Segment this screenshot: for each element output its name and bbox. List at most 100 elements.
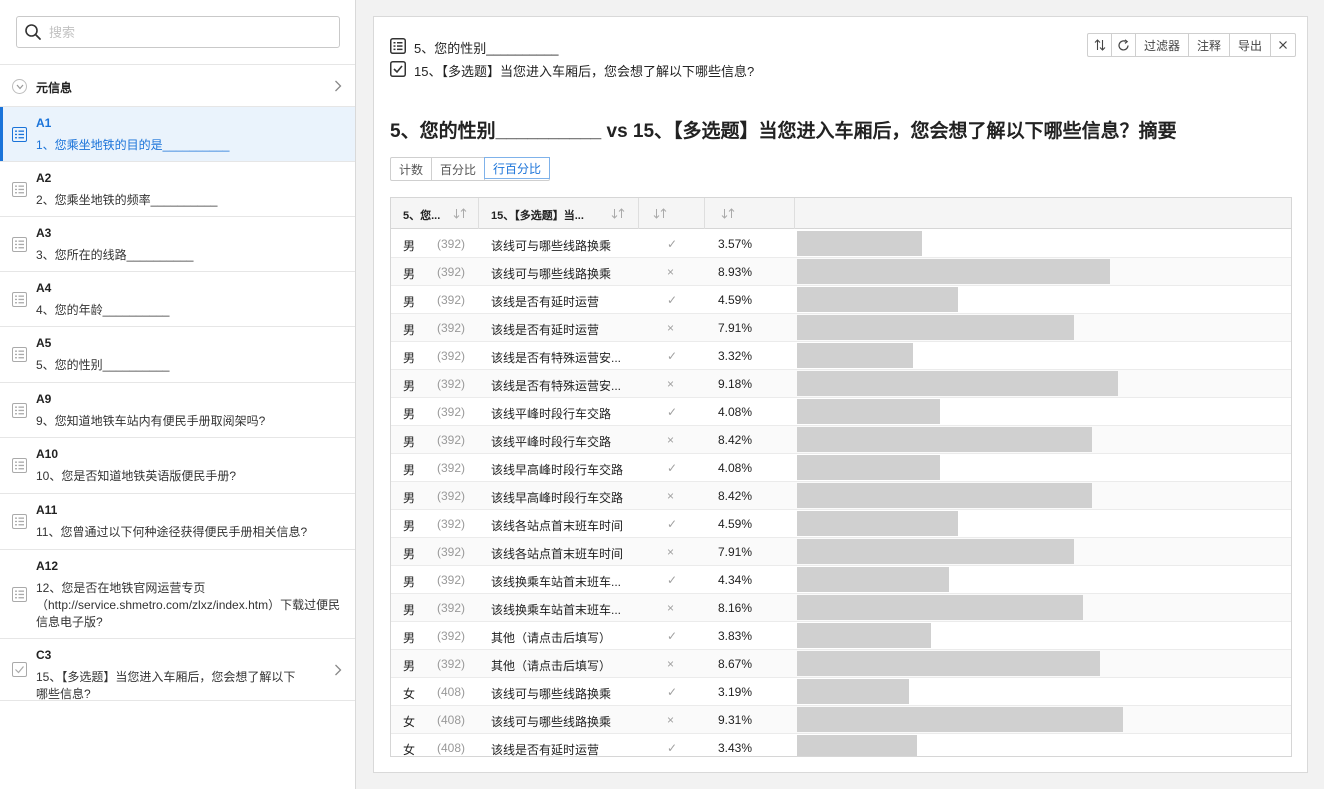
option-cell: 该线早高峰时段行车交路 xyxy=(491,463,624,477)
crosstab-panel: 5、您的性别__________ 15、【多选题】当您进入车厢后，您会想了解以下… xyxy=(373,16,1308,773)
table-row[interactable]: 男 (392) 该线早高峰时段行车交路 × 8.42% xyxy=(391,482,1291,510)
percent-cell: 4.59% xyxy=(718,293,753,307)
count-cell: (392) xyxy=(437,433,466,447)
mode-percent-button[interactable]: 百分比 xyxy=(432,158,486,180)
percent-cell: 4.59% xyxy=(718,517,753,531)
gender-cell: 男 xyxy=(403,351,416,365)
list-icon xyxy=(12,514,27,529)
check-icon: ✓ xyxy=(667,629,678,643)
refresh-button[interactable] xyxy=(1112,34,1136,56)
table-row[interactable]: 男 (392) 该线是否有特殊运营安... ✓ 3.32% xyxy=(391,342,1291,370)
table-header: 5、您... 15、【多选题】当... xyxy=(391,198,1291,229)
question-text: 2、您乘坐地铁的频率__________ xyxy=(36,193,218,207)
cross-icon: × xyxy=(667,433,675,447)
table-row[interactable]: 男 (392) 该线是否有延时运营 ✓ 4.59% xyxy=(391,286,1291,314)
table-row[interactable]: 男 (392) 该线平峰时段行车交路 × 8.42% xyxy=(391,426,1291,454)
gender-cell: 男 xyxy=(403,575,416,589)
list-icon xyxy=(12,586,27,602)
meta-info-row[interactable]: 元信息 xyxy=(0,64,355,107)
option-cell: 其他（请点击后填写） xyxy=(491,631,612,645)
column-header-label: 5、您... xyxy=(403,210,441,222)
table-row[interactable]: 女 (408) 该线可与哪些线路换乘 × 9.31% xyxy=(391,706,1291,734)
question-text: 10、您是否知道地铁英语版便民手册? xyxy=(36,469,237,483)
close-button[interactable] xyxy=(1271,34,1295,56)
list-icon xyxy=(12,236,27,252)
swap-icon xyxy=(1094,39,1105,51)
count-cell: (392) xyxy=(437,601,466,615)
percent-cell: 3.57% xyxy=(718,237,753,251)
question-item[interactable]: C3 15、【多选题】当您进入车厢后，您会想了解以下哪些信息? xyxy=(0,639,355,701)
gender-cell: 男 xyxy=(403,519,416,533)
table-row[interactable]: 女 (408) 该线是否有延时运营 ✓ 3.43% xyxy=(391,734,1291,757)
check-icon: ✓ xyxy=(667,349,678,363)
question-code: A5 xyxy=(36,336,52,350)
percent-bar xyxy=(797,259,1110,284)
checkbox-icon xyxy=(12,662,27,677)
cross-icon: × xyxy=(667,321,675,335)
check-icon: ✓ xyxy=(667,405,678,419)
mode-count-button[interactable]: 计数 xyxy=(391,158,433,180)
table-row[interactable]: 男 (392) 该线换乘车站首末班车... × 8.16% xyxy=(391,594,1291,622)
percent-bar xyxy=(797,427,1092,452)
percent-cell: 7.91% xyxy=(718,321,753,335)
column-header-percent[interactable] xyxy=(705,198,795,229)
percent-bar xyxy=(797,371,1118,396)
export-button[interactable]: 导出 xyxy=(1230,34,1272,56)
column-header-gender[interactable]: 5、您... xyxy=(391,198,479,229)
filter-button[interactable]: 过滤器 xyxy=(1136,34,1190,56)
swap-button[interactable] xyxy=(1088,34,1112,56)
notes-button[interactable]: 注释 xyxy=(1189,34,1231,56)
table-row[interactable]: 男 (392) 该线各站点首末班车时间 ✓ 4.59% xyxy=(391,510,1291,538)
count-cell: (392) xyxy=(437,349,466,363)
question-item[interactable]: A10 10、您是否知道地铁英语版便民手册? xyxy=(0,438,355,494)
count-cell: (392) xyxy=(437,489,466,503)
percent-cell: 9.31% xyxy=(718,713,753,727)
cross-icon: × xyxy=(667,601,675,615)
table-row[interactable]: 男 (392) 其他（请点击后填写） × 8.67% xyxy=(391,650,1291,678)
search-input[interactable] xyxy=(49,22,329,42)
cross-icon: × xyxy=(667,713,675,727)
question-text: 1、您乘坐地铁的目的是__________ xyxy=(36,138,230,152)
percent-cell: 8.93% xyxy=(718,265,753,279)
option-cell: 该线是否有延时运营 xyxy=(491,743,600,757)
column-header-option[interactable]: 15、【多选题】当... xyxy=(479,198,639,229)
gender-cell: 男 xyxy=(403,379,416,393)
mode-row-percent-button[interactable]: 行百分比 xyxy=(484,157,551,179)
table-row[interactable]: 男 (392) 该线早高峰时段行车交路 ✓ 4.08% xyxy=(391,454,1291,482)
percent-cell: 7.91% xyxy=(718,545,753,559)
table-row[interactable]: 男 (392) 其他（请点击后填写） ✓ 3.83% xyxy=(391,622,1291,650)
question-item[interactable]: A1 1、您乘坐地铁的目的是__________ xyxy=(0,107,355,162)
chevron-circle-icon xyxy=(12,79,27,94)
table-row[interactable]: 女 (408) 该线可与哪些线路换乘 ✓ 3.19% xyxy=(391,678,1291,706)
question-item[interactable]: A4 4、您的年龄__________ xyxy=(0,272,355,327)
option-cell: 该线各站点首末班车时间 xyxy=(491,547,624,561)
toolbar: 过滤器 注释 导出 xyxy=(1087,33,1297,57)
question-item[interactable]: A3 3、您所在的线路__________ xyxy=(0,217,355,272)
option-cell: 该线是否有特殊运营安... xyxy=(491,379,622,393)
question-code: A2 xyxy=(36,171,52,185)
count-cell: (392) xyxy=(437,545,466,559)
table-row[interactable]: 男 (392) 该线是否有延时运营 × 7.91% xyxy=(391,314,1291,342)
question-item[interactable]: A11 11、您曾通过以下何种途径获得便民手册相关信息? xyxy=(0,494,355,550)
option-cell: 其他（请点击后填写） xyxy=(491,659,612,673)
percent-cell: 8.42% xyxy=(718,433,753,447)
list-icon xyxy=(12,291,27,307)
column-header-mark[interactable] xyxy=(639,198,705,229)
count-cell: (408) xyxy=(437,741,466,755)
question-item[interactable]: A5 5、您的性别__________ xyxy=(0,327,355,383)
percent-bar xyxy=(797,707,1123,732)
table-row[interactable]: 男 (392) 该线可与哪些线路换乘 × 8.93% xyxy=(391,258,1291,286)
question-item[interactable]: A12 12、您是否在地铁官网运营专页（http://service.shmetr… xyxy=(0,550,355,639)
table-row[interactable]: 男 (392) 该线平峰时段行车交路 ✓ 4.08% xyxy=(391,398,1291,426)
check-icon: ✓ xyxy=(667,237,678,251)
question-code: A9 xyxy=(36,392,52,406)
question-item[interactable]: A9 9、您知道地铁车站内有便民手册取阅架吗? xyxy=(0,383,355,438)
table-row[interactable]: 男 (392) 该线各站点首末班车时间 × 7.91% xyxy=(391,538,1291,566)
question-item[interactable]: A2 2、您乘坐地铁的频率__________ xyxy=(0,162,355,217)
table-row[interactable]: 男 (392) 该线换乘车站首末班车... ✓ 4.34% xyxy=(391,566,1291,594)
list-icon xyxy=(12,181,27,197)
table-row[interactable]: 男 (392) 该线可与哪些线路换乘 ✓ 3.57% xyxy=(391,230,1291,258)
gender-cell: 男 xyxy=(403,267,416,281)
search-box[interactable] xyxy=(16,16,340,48)
table-row[interactable]: 男 (392) 该线是否有特殊运营安... × 9.18% xyxy=(391,370,1291,398)
